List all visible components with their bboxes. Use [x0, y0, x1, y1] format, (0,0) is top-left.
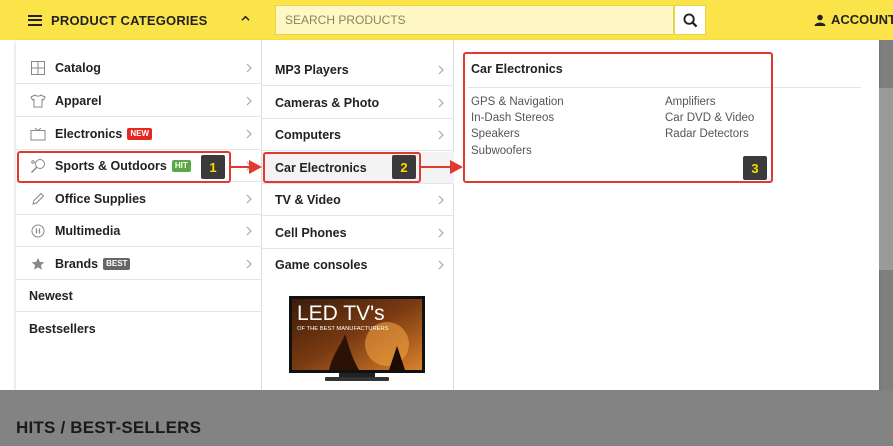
callout-arrow-1: [229, 160, 262, 174]
subcategory-cell-phones[interactable]: Cell Phones: [262, 217, 454, 249]
subcategory-tv-video[interactable]: TV & Video: [262, 184, 454, 216]
promo-subline: OF THE BEST MANUFACTURERS: [297, 326, 389, 332]
category-brands[interactable]: Brands BEST: [16, 248, 262, 280]
chevron-right-icon: [246, 96, 252, 106]
user-icon: [814, 14, 826, 26]
subcategory-computers[interactable]: Computers: [262, 119, 454, 151]
chevron-up-icon: [241, 15, 250, 21]
chevron-right-icon: [246, 194, 252, 204]
new-badge: NEW: [127, 127, 153, 140]
category-apparel[interactable]: Apparel: [16, 85, 262, 117]
subcategory-cameras-photo[interactable]: Cameras & Photo: [262, 87, 454, 119]
categories-column: Catalog Apparel Electronics NEW Sports &…: [16, 40, 262, 390]
product-categories-button[interactable]: PRODUCT CATEGORIES: [16, 0, 262, 40]
pause-circle-icon: [30, 223, 46, 239]
subcategory-label: Computers: [275, 127, 341, 142]
category-label: Catalog: [55, 60, 101, 75]
category-label: Newest: [29, 288, 73, 303]
chevron-right-icon: [246, 63, 252, 73]
shirt-icon: [30, 93, 46, 109]
chevron-right-icon: [438, 98, 444, 108]
callout-arrow-2: [420, 160, 463, 174]
search-input[interactable]: SEARCH PRODUCTS: [275, 5, 674, 35]
callout-number-3: 3: [743, 156, 767, 180]
led-tv-promo-banner[interactable]: LED TV's OF THE BEST MANUFACTURERS: [289, 296, 425, 386]
section-heading: HITS / BEST-SELLERS: [16, 418, 202, 437]
subcategory-label: Cameras & Photo: [275, 95, 380, 110]
chevron-right-icon: [438, 65, 444, 75]
callout-box-3: [463, 52, 773, 183]
search-icon: [682, 12, 697, 27]
subcategory-label: Cell Phones: [275, 225, 347, 240]
chevron-right-icon: [246, 226, 252, 236]
chevron-right-icon: [246, 259, 252, 269]
subcategory-mp3-players[interactable]: MP3 Players: [262, 54, 454, 86]
callout-box-1: [17, 151, 231, 183]
callout-number-2: 2: [392, 155, 416, 179]
product-categories-label: PRODUCT CATEGORIES: [51, 12, 208, 28]
account-link[interactable]: ACCOUNT: [814, 12, 893, 27]
category-label: Electronics: [55, 126, 123, 141]
category-label: Brands: [55, 256, 99, 271]
category-label: Apparel: [55, 93, 102, 108]
chevron-right-icon: [438, 130, 444, 140]
backdrop-right: [879, 88, 893, 270]
category-multimedia[interactable]: Multimedia: [16, 215, 262, 247]
search-button[interactable]: [674, 5, 706, 35]
category-bestsellers[interactable]: Bestsellers: [16, 313, 262, 345]
dropdown-left-edge: [0, 40, 16, 390]
grid-icon: [30, 60, 46, 76]
promo-headline: LED TV's: [297, 302, 385, 325]
star-icon: [30, 256, 46, 272]
category-label: Bestsellers: [29, 322, 96, 336]
chevron-right-icon: [438, 260, 444, 270]
account-label: ACCOUNT: [831, 12, 893, 27]
chevron-right-icon: [246, 129, 252, 139]
pencil-icon: [30, 191, 46, 207]
category-office-supplies[interactable]: Office Supplies: [16, 183, 262, 215]
category-electronics[interactable]: Electronics NEW: [16, 118, 262, 150]
subcategory-label: MP3 Players: [275, 62, 349, 77]
chevron-right-icon: [438, 228, 444, 238]
best-badge: BEST: [103, 257, 131, 270]
search-placeholder: SEARCH PRODUCTS: [285, 13, 406, 27]
subcategory-label: Game consoles: [275, 258, 368, 272]
chevron-right-icon: [438, 195, 444, 205]
category-catalog[interactable]: Catalog: [16, 52, 262, 84]
subcategory-label: TV & Video: [275, 192, 341, 207]
category-label: Multimedia: [55, 223, 121, 238]
subcategory-game-consoles[interactable]: Game consoles: [262, 249, 454, 281]
tv-icon: [30, 126, 46, 142]
callout-number-1: 1: [201, 155, 225, 179]
hamburger-icon: [28, 14, 42, 26]
category-label: Office Supplies: [55, 191, 146, 206]
category-newest[interactable]: Newest: [16, 280, 262, 312]
